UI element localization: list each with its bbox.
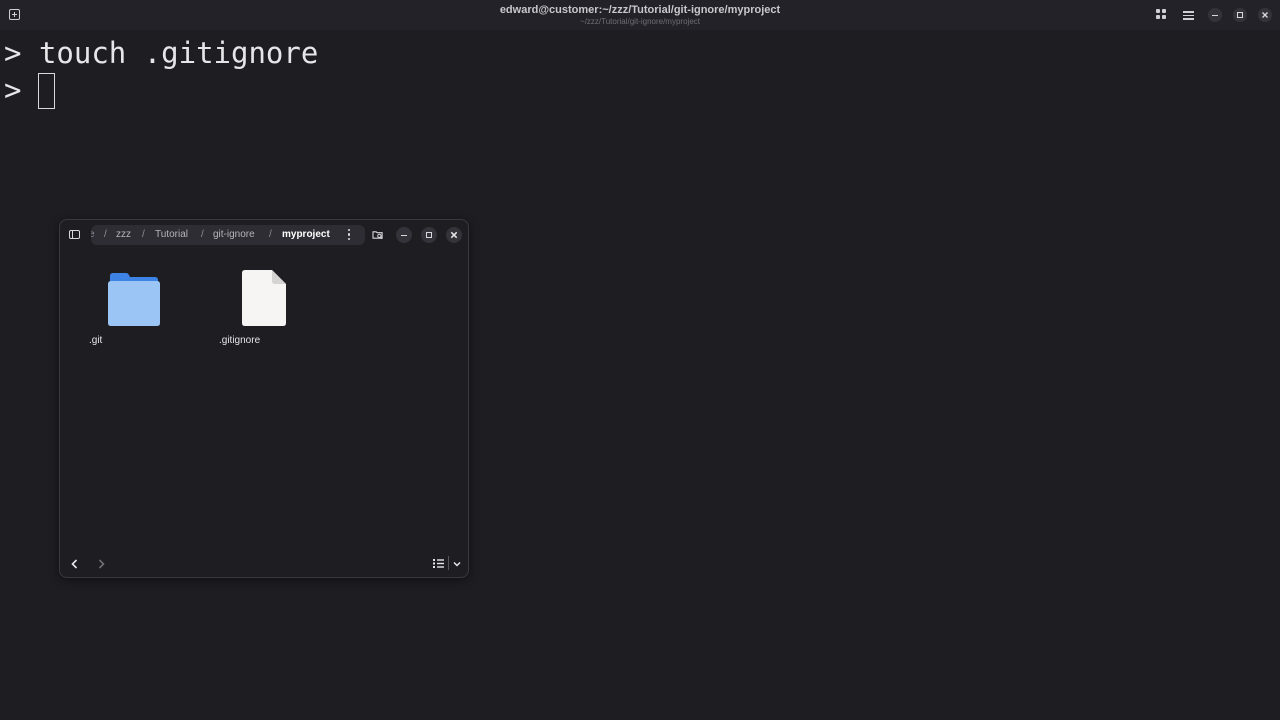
breadcrumb-separator: / [142, 229, 145, 240]
menu-icon[interactable] [1183, 9, 1195, 21]
maximize-button[interactable] [1233, 8, 1247, 22]
breadcrumb-separator: / [201, 229, 204, 240]
breadcrumb-separator: / [104, 229, 107, 240]
more-options-icon[interactable] [348, 229, 351, 240]
terminal-cursor[interactable] [38, 73, 55, 109]
maximize-icon [426, 232, 432, 238]
list-view-icon[interactable] [433, 558, 445, 569]
file-name: .gitignore [219, 335, 261, 346]
breadcrumb-truncated[interactable]: e [91, 229, 95, 240]
grid-view-icon[interactable] [1156, 9, 1168, 21]
breadcrumb-separator: / [269, 229, 272, 240]
breadcrumb: e / zzz / Tutorial / git-ignore / myproj… [91, 225, 365, 245]
terminal-line: > [4, 73, 21, 107]
fm-maximize-button[interactable] [421, 227, 437, 243]
fm-minimize-button[interactable] [396, 227, 412, 243]
folder-icon [108, 273, 160, 326]
fm-close-button[interactable] [446, 227, 462, 243]
close-button[interactable] [1258, 8, 1272, 22]
close-icon [1262, 12, 1268, 18]
minimize-button[interactable] [1208, 8, 1222, 22]
file-manager-window: e / zzz / Tutorial / git-ignore / myproj… [59, 219, 469, 578]
prompt-symbol: > [4, 73, 22, 107]
chevron-down-icon[interactable] [451, 558, 463, 570]
terminal-subtitle: ~/zzz/Tutorial/git-ignore/myproject [580, 17, 700, 26]
terminal-header-bar: edward@customer:~/zzz/Tutorial/git-ignor… [0, 0, 1280, 30]
breadcrumb-item-zzz[interactable]: zzz [116, 229, 131, 240]
maximize-icon [1237, 12, 1243, 18]
terminal-line: > touch .gitignore [4, 36, 318, 70]
terminal-title: edward@customer:~/zzz/Tutorial/git-ignor… [499, 4, 781, 16]
file-name: .git [89, 335, 103, 346]
divider [448, 556, 449, 570]
sidebar-toggle-icon[interactable] [69, 230, 80, 239]
breadcrumb-item-git-ignore[interactable]: git-ignore [213, 229, 255, 240]
command-text: touch .gitignore [38, 36, 319, 70]
minimize-icon [1212, 15, 1218, 17]
document-icon [242, 270, 286, 326]
back-arrow-icon[interactable] [69, 558, 81, 570]
prompt-symbol: > [4, 36, 22, 70]
forward-arrow-icon[interactable] [95, 558, 107, 570]
close-icon [450, 231, 458, 239]
breadcrumb-item-myproject[interactable]: myproject [282, 229, 330, 240]
folder-search-icon[interactable] [372, 230, 384, 240]
minimize-icon [401, 235, 407, 237]
breadcrumb-item-tutorial[interactable]: Tutorial [155, 229, 188, 240]
